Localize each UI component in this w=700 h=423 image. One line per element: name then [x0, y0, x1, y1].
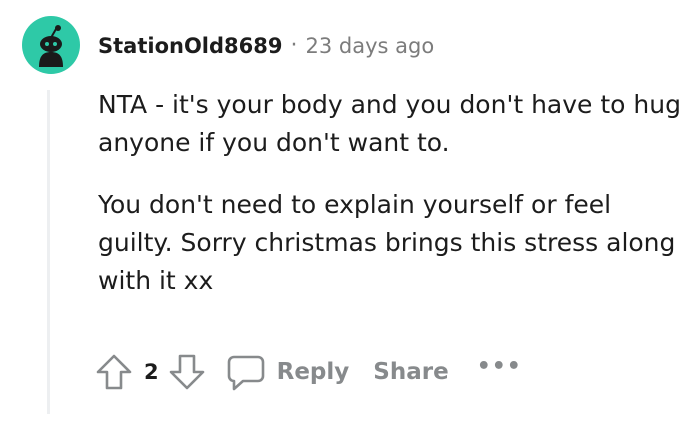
comment-bubble-icon — [227, 355, 264, 391]
share-button[interactable]: Share — [373, 359, 448, 385]
snoo-avatar-icon — [39, 25, 63, 67]
comment-paragraph-2: You don't need to explain yourself or fe… — [98, 190, 676, 295]
more-options-icon[interactable]: ••• — [477, 354, 522, 379]
comment-container: StationOld8689 · 23 days ago NTA - it's … — [0, 0, 700, 423]
upvote-arrow-icon — [96, 354, 132, 390]
timestamp[interactable]: 23 days ago — [305, 32, 434, 60]
downvote-button[interactable] — [167, 352, 207, 392]
meta-separator: · — [290, 33, 298, 58]
thread-line[interactable] — [47, 90, 50, 414]
avatar[interactable] — [22, 16, 80, 74]
comment-meta: StationOld8689 · 23 days ago — [98, 32, 434, 60]
comment-actions: 2 Reply Share ••• — [94, 348, 522, 396]
upvote-button[interactable] — [94, 352, 134, 392]
downvote-arrow-icon — [169, 354, 204, 390]
reply-button[interactable]: Reply — [225, 351, 350, 393]
username-link[interactable]: StationOld8689 — [98, 32, 282, 60]
vote-score: 2 — [144, 360, 159, 384]
comment-body: NTA - it's your body and you don't have … — [98, 86, 688, 324]
reply-label: Reply — [276, 359, 350, 385]
comment-paragraph-1: NTA - it's your body and you don't have … — [98, 90, 681, 157]
